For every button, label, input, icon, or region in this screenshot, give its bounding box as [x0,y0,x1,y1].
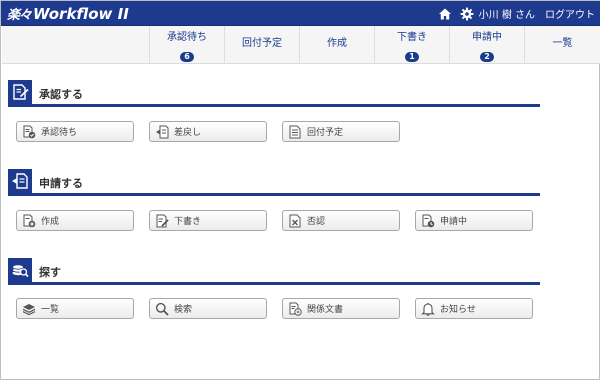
reject-document-icon [288,214,302,228]
button-label: 検索 [174,305,193,315]
stack-icon [22,302,36,316]
button-label: 回付予定 [307,128,344,138]
button-label: 一覧 [41,305,60,315]
approval-pending-button[interactable]: 承認待ち [16,121,134,142]
button-label: 関係文書 [307,305,344,315]
rejected-button[interactable]: 否認 [282,210,400,231]
button-label: 申請中 [440,217,468,227]
button-label: 承認待ち [41,128,78,138]
search-button[interactable]: 検索 [149,298,267,319]
apply-document-icon [8,169,32,193]
tab-routing-scheduled[interactable]: 回付予定 [224,26,299,64]
tab-create[interactable]: 作成 [299,26,374,64]
home-icon[interactable] [438,7,452,21]
button-label: 作成 [41,217,60,227]
document-icon [288,125,302,139]
main-nav: 承認待ち 6 回付予定 作成 下書き 1 申請中 2 一覧 [2,26,600,64]
section-title: 探す [39,266,61,279]
header-user-area: 小川 樹 さん ログアウト [438,1,595,26]
user-name: 小川 樹 さん [478,10,535,21]
notices-button[interactable]: お知らせ [415,298,533,319]
section-search: 探す [8,258,540,285]
app-logo[interactable]: 楽々 Workflow II [7,4,129,24]
create-button[interactable]: 作成 [16,210,134,231]
send-back-button[interactable]: 差戻し [149,121,267,142]
section-divider [8,193,540,196]
logout-link[interactable]: ログアウト [545,6,595,21]
button-label: 差戻し [174,128,202,138]
draft-edit-icon [155,214,169,228]
app-window: 楽々 Workflow II 小川 樹 さん ログアウト 承認待ち 6 回付予定… [0,0,600,380]
tab-drafts[interactable]: 下書き 1 [374,26,449,64]
section-divider [8,104,540,107]
tab-in-application[interactable]: 申請中 2 [449,26,524,64]
button-label: お知らせ [440,305,476,315]
related-document-icon [288,302,302,316]
section-title: 承認する [39,88,83,101]
logo-text: Workflow II [33,4,129,23]
logo-mark: 楽々 [7,8,32,23]
bell-icon [421,302,435,316]
count-badge: 6 [180,52,194,62]
tab-label: 一覧 [552,38,573,49]
section-approve: 承認する [8,80,540,107]
tab-label: 回付予定 [242,38,282,49]
return-document-icon [155,125,169,139]
related-documents-button[interactable]: 関係文書 [282,298,400,319]
section-apply: 申請する [8,169,540,196]
tab-list[interactable]: 一覧 [524,26,600,64]
search-stack-icon [8,258,32,282]
draft-button[interactable]: 下書き [149,210,267,231]
top-header: 楽々 Workflow II 小川 樹 さん ログアウト [1,1,600,26]
in-application-button[interactable]: 申請中 [415,210,533,231]
gear-icon[interactable] [460,7,474,21]
search-icon [155,302,169,316]
routing-scheduled-button[interactable]: 回付予定 [282,121,400,142]
new-document-icon [22,214,36,228]
list-button[interactable]: 一覧 [16,298,134,319]
tab-approval-pending[interactable]: 承認待ち 6 [149,26,224,64]
count-badge: 2 [480,52,494,62]
approve-document-icon [8,80,32,104]
pending-clock-icon [421,214,435,228]
tab-label: 作成 [327,38,347,49]
tab-label: 下書き [397,32,427,43]
count-badge: 1 [405,52,419,62]
button-label: 下書き [174,217,202,227]
document-check-icon [22,125,36,139]
button-label: 否認 [307,217,326,227]
tab-label: 申請中 [472,32,502,43]
section-divider [8,282,540,285]
section-title: 申請する [39,177,83,190]
tab-label: 承認待ち [167,32,207,43]
